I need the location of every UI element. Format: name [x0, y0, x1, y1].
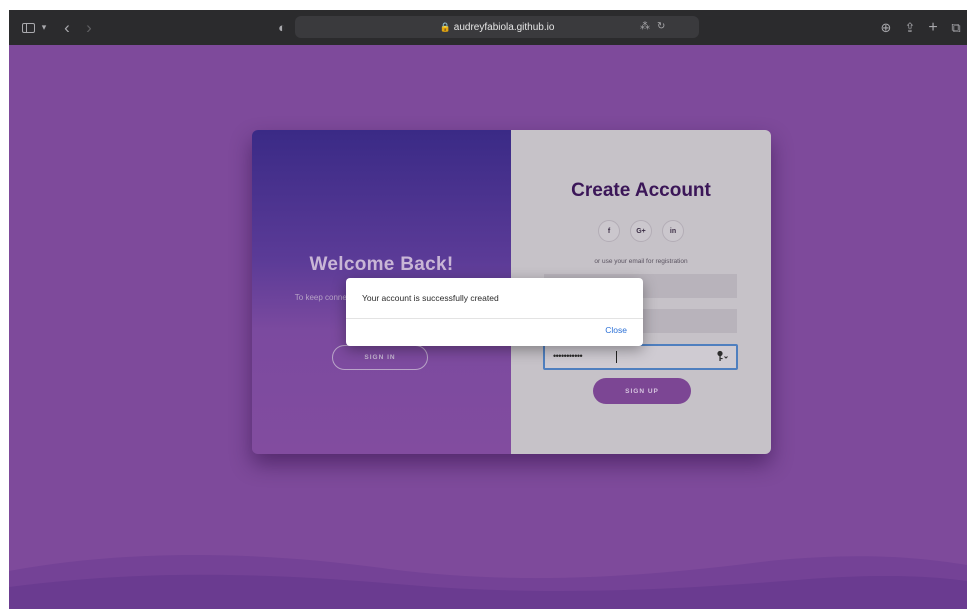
back-icon[interactable]: ‹ — [61, 10, 73, 45]
password-field[interactable]: ••••••••••• — [543, 344, 738, 370]
tabs-overview-icon[interactable]: ⧉ — [949, 10, 963, 45]
lock-icon: 🔒 — [439, 22, 451, 32]
text-caret — [616, 351, 617, 363]
linkedin-icon[interactable]: in — [662, 220, 684, 242]
address-bar[interactable]: 🔒 audreyfabiola.github.io ⁂ ↻ — [295, 16, 699, 38]
background-waves — [9, 555, 967, 609]
sign-up-button[interactable]: SIGN UP — [593, 378, 691, 404]
google-plus-icon[interactable]: G+ — [630, 220, 652, 242]
close-button[interactable]: Close — [605, 325, 627, 335]
url-text: audreyfabiola.github.io — [453, 22, 555, 33]
shield-icon[interactable]: ◐ — [275, 10, 289, 45]
password-value: ••••••••••• — [553, 351, 583, 361]
new-tab-icon[interactable]: + — [926, 10, 940, 45]
dialog-message: Your account is successfully created — [362, 293, 499, 303]
sign-in-button[interactable]: SIGN IN — [332, 345, 428, 370]
facebook-icon[interactable]: f — [598, 220, 620, 242]
create-account-title: Create Account — [571, 180, 711, 201]
share-icon[interactable]: ⇪ — [903, 10, 917, 45]
alert-dialog: Your account is successfully created Clo… — [346, 278, 643, 346]
social-buttons: f G+ in — [511, 220, 771, 242]
dialog-divider — [346, 318, 643, 319]
welcome-title: Welcome Back! — [309, 254, 454, 275]
browser-toolbar: ▾ ‹ › ◐ 🔒 audreyfabiola.github.io ⁂ ↻ ⊕ ⇪… — [9, 10, 967, 45]
reload-icon[interactable]: ↻ — [657, 16, 665, 38]
browser-window: ▾ ‹ › ◐ 🔒 audreyfabiola.github.io ⁂ ↻ ⊕ ⇪… — [9, 10, 967, 609]
chevron-down-icon[interactable]: ▾ — [39, 10, 49, 45]
translate-icon[interactable]: ⁂ — [640, 16, 650, 38]
sidebar-icon[interactable] — [19, 10, 37, 45]
key-icon[interactable] — [716, 350, 728, 365]
download-icon[interactable]: ⊕ — [879, 10, 893, 45]
registration-hint: or use your email for registration — [594, 258, 688, 265]
forward-icon[interactable]: › — [83, 10, 95, 45]
url-display[interactable]: 🔒 audreyfabiola.github.io — [295, 16, 699, 38]
